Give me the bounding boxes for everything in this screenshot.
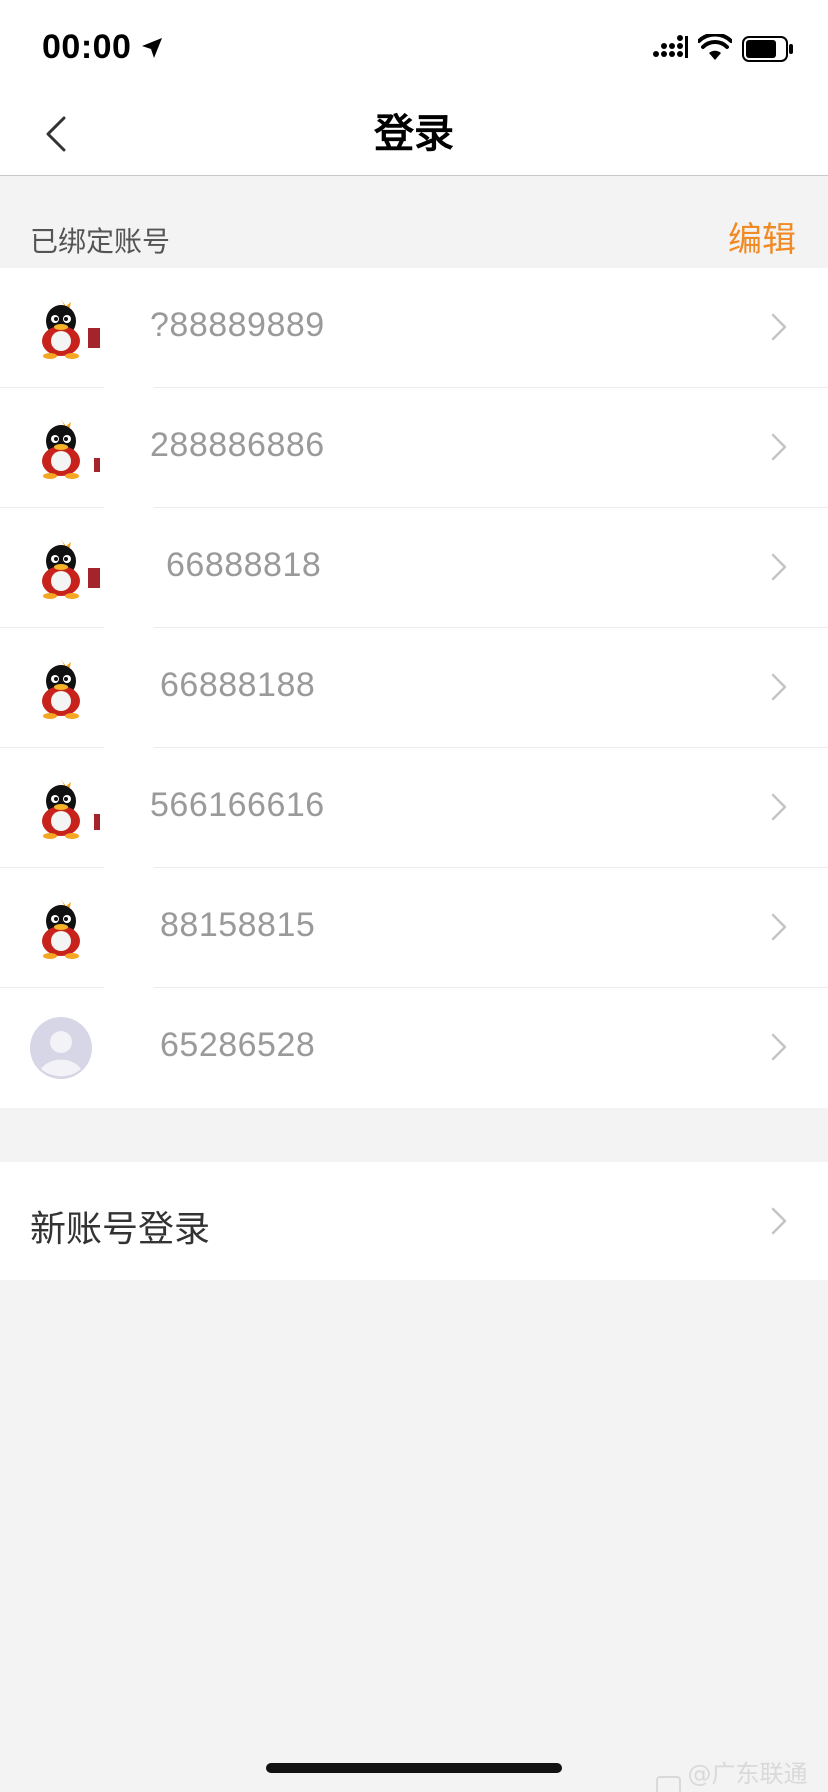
qq-penguin-icon xyxy=(42,299,80,359)
qq-penguin-icon xyxy=(42,899,80,959)
chevron-right-icon xyxy=(771,553,787,581)
new-account-login-label: 新账号登录 xyxy=(30,1209,211,1250)
chevron-right-icon xyxy=(771,793,787,821)
default-avatar-icon xyxy=(30,1017,92,1079)
account-row[interactable]: 65286528 xyxy=(0,988,828,1108)
navigation-bar: 登录 xyxy=(0,92,828,176)
page-title: 登录 xyxy=(374,111,454,157)
account-row[interactable]: 66888188 xyxy=(0,628,828,748)
redaction-mask xyxy=(104,868,154,988)
account-row[interactable]: 66888818 xyxy=(0,508,828,628)
home-indicator[interactable] xyxy=(266,1763,562,1773)
redaction-mark xyxy=(88,328,100,348)
account-row[interactable]: 288886886 xyxy=(0,388,828,508)
account-number: 288886886 xyxy=(150,426,325,464)
account-number: 566166616 xyxy=(150,786,325,824)
qq-penguin-icon xyxy=(42,419,80,479)
redaction-mask xyxy=(104,508,154,628)
bound-accounts-header: 已绑定账号 编辑 xyxy=(0,176,828,268)
account-list: ?88889889 288886886 66888818 66888188 56… xyxy=(0,268,828,1108)
qq-penguin-icon xyxy=(42,659,80,719)
redaction-mark xyxy=(94,458,100,472)
account-number: 65286528 xyxy=(160,1026,316,1064)
redaction-mask xyxy=(104,388,154,508)
account-number: 66888818 xyxy=(166,546,322,584)
section-label: 已绑定账号 xyxy=(30,225,171,258)
account-row[interactable]: ?88889889 xyxy=(0,268,828,388)
account-number: 66888188 xyxy=(160,666,316,704)
chevron-right-icon xyxy=(771,313,787,341)
watermark-text: @广东联通吧 xyxy=(687,1760,808,1788)
chevron-right-icon xyxy=(771,1207,787,1235)
cellular-signal-icon xyxy=(653,35,688,58)
redaction-mark xyxy=(94,814,100,830)
account-number: 88158815 xyxy=(160,906,316,944)
redaction-mask xyxy=(104,628,154,748)
chevron-right-icon xyxy=(771,433,787,461)
qq-penguin-icon xyxy=(42,539,80,599)
status-time: 00:00 xyxy=(42,28,132,66)
wifi-icon xyxy=(698,34,732,60)
redaction-mask xyxy=(104,268,154,388)
qq-penguin-icon xyxy=(42,779,80,839)
redaction-mask xyxy=(104,988,154,1108)
redaction-mark xyxy=(88,568,100,588)
edit-button[interactable]: 编辑 xyxy=(728,212,796,261)
account-number: ?88889889 xyxy=(150,306,325,344)
watermark-logo-icon xyxy=(656,1776,682,1792)
battery-icon xyxy=(742,36,793,62)
watermark: @广东联通吧 xyxy=(656,1754,828,1792)
chevron-right-icon xyxy=(771,673,787,701)
account-row[interactable]: 88158815 xyxy=(0,868,828,988)
status-bar: 00:00 xyxy=(0,0,828,92)
chevron-right-icon xyxy=(771,1033,787,1061)
redaction-mask xyxy=(104,748,154,868)
chevron-right-icon xyxy=(771,913,787,941)
location-arrow-icon xyxy=(142,38,162,58)
new-account-login-row[interactable]: 新账号登录 xyxy=(0,1162,828,1280)
account-row[interactable]: 566166616 xyxy=(0,748,828,868)
